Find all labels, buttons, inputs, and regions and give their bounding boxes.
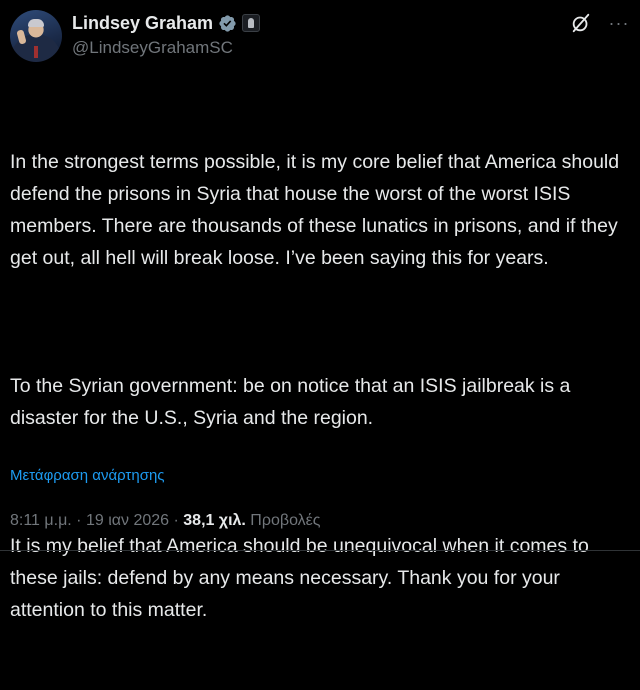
verified-badge-icon[interactable] xyxy=(218,14,237,33)
post-date[interactable]: 19 ιαν 2026 xyxy=(86,512,169,529)
avatar[interactable] xyxy=(10,10,62,62)
avatar-tie xyxy=(34,46,38,58)
post-time[interactable]: 8:11 μ.μ. xyxy=(10,512,72,529)
author-names: Lindsey Graham @LindseyGrahamSC xyxy=(72,11,261,58)
translate-post-link[interactable]: Μετάφραση ανάρτησης xyxy=(10,467,165,484)
avatar-hair xyxy=(28,19,44,27)
author-handle[interactable]: @LindseyGrahamSC xyxy=(72,38,260,58)
views-count[interactable]: 38,1 χιλ. xyxy=(183,512,246,529)
header-actions: ··· xyxy=(570,12,630,34)
tweet-paragraph: It is my belief that America should be u… xyxy=(10,535,595,621)
tweet-text: In the strongest terms possible, it is m… xyxy=(10,82,632,690)
tweet-paragraph: In the strongest terms possible, it is m… xyxy=(10,151,625,269)
tweet-paragraph: To the Syrian government: be on notice t… xyxy=(10,375,576,429)
avatar-raised-hand xyxy=(16,29,27,45)
name-row: Lindsey Graham xyxy=(72,11,261,35)
tweet-meta: 8:11 μ.μ. · 19 ιαν 2026 · 38,1 χιλ. Προβ… xyxy=(10,512,321,530)
tweet-header: Lindsey Graham @LindseyGrahamSC ··· xyxy=(10,8,630,62)
author-display-name[interactable]: Lindsey Graham xyxy=(72,13,213,34)
grok-icon[interactable] xyxy=(570,12,592,34)
government-badge-icon[interactable] xyxy=(242,14,261,32)
meta-separator: · xyxy=(71,512,86,529)
meta-separator: · xyxy=(169,512,184,529)
divider xyxy=(0,550,640,551)
more-options-icon[interactable]: ··· xyxy=(608,12,630,34)
tweet: Lindsey Graham @LindseyGrahamSC ··· In t… xyxy=(0,0,640,621)
views-label[interactable]: Προβολές xyxy=(246,512,320,529)
